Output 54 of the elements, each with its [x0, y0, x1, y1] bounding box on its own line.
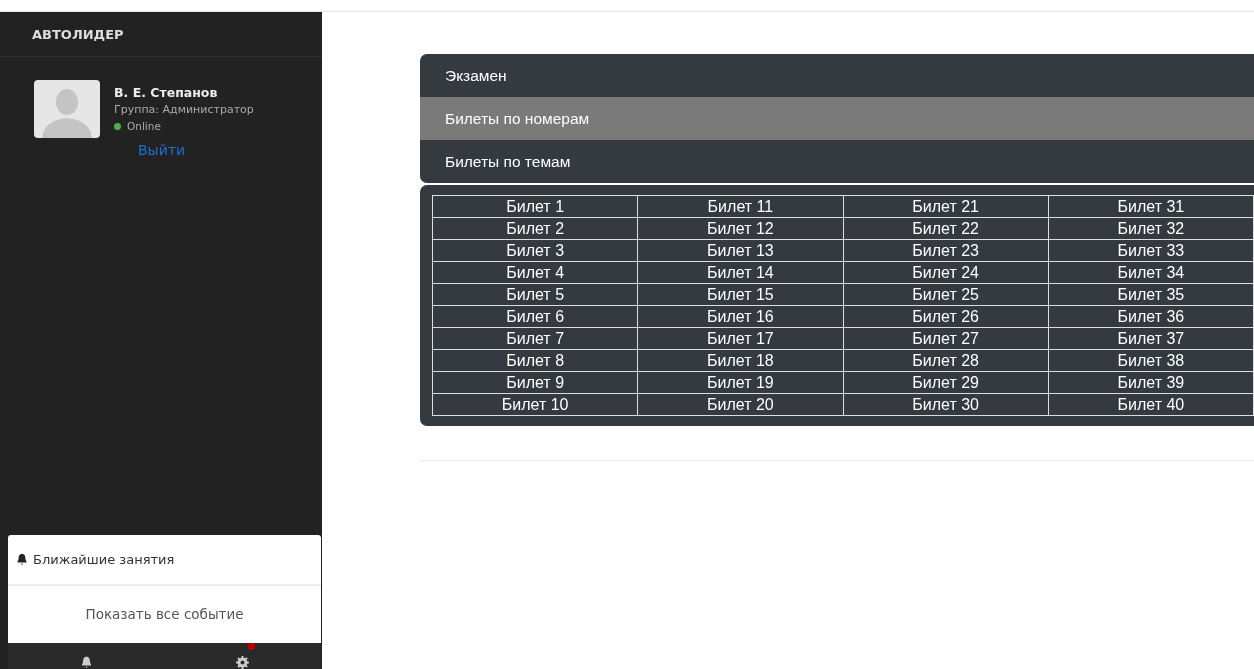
show-all-link[interactable]: Показать все событие	[85, 586, 244, 643]
ticket-cell[interactable]: Билет 19	[637, 371, 843, 394]
ticket-cell[interactable]: Билет 35	[1048, 283, 1254, 306]
notification-dot	[247, 643, 255, 650]
ticket-cell[interactable]: Билет 21	[843, 195, 1049, 218]
events-title: Ближайшие занятия	[33, 552, 175, 567]
ticket-cell[interactable]: Билет 2	[432, 217, 638, 240]
ticket-cell[interactable]: Билет 5	[432, 283, 638, 306]
ticket-cell[interactable]: Билет 29	[843, 371, 1049, 394]
ticket-cell[interactable]: Билет 9	[432, 371, 638, 394]
ticket-cell[interactable]: Билет 14	[637, 261, 843, 284]
settings-icon[interactable]	[236, 656, 250, 669]
ticket-cell[interactable]: Билет 39	[1048, 371, 1254, 394]
menu-item[interactable]: Экзамен	[420, 54, 1254, 97]
ticket-cell[interactable]: Билет 33	[1048, 239, 1254, 262]
ticket-cell[interactable]: Билет 37	[1048, 327, 1254, 350]
ticket-cell[interactable]: Билет 13	[637, 239, 843, 262]
bell-icon[interactable]	[79, 656, 93, 669]
ticket-cell[interactable]: Билет 4	[432, 261, 638, 284]
ticket-cell[interactable]: Билет 24	[843, 261, 1049, 284]
user-name: В. Е. Степанов	[114, 84, 219, 102]
ticket-cell[interactable]: Билет 17	[637, 327, 843, 350]
ticket-cell[interactable]: Билет 27	[843, 327, 1049, 350]
ticket-cell[interactable]: Билет 23	[843, 239, 1049, 262]
ticket-cell[interactable]: Билет 25	[843, 283, 1049, 306]
ticket-cell[interactable]: Билет 18	[637, 349, 843, 372]
ticket-cell[interactable]: Билет 22	[843, 217, 1049, 240]
ticket-cell[interactable]: Билет 32	[1048, 217, 1254, 240]
ticket-cell[interactable]: Билет 16	[637, 305, 843, 328]
ticket-cell[interactable]: Билет 7	[432, 327, 638, 350]
ticket-cell[interactable]: Билет 8	[432, 349, 638, 372]
ticket-cell[interactable]: Билет 38	[1048, 349, 1254, 372]
ticket-cell[interactable]: Билет 1	[432, 195, 638, 218]
ticket-cell[interactable]: Билет 26	[843, 305, 1049, 328]
ticket-cell[interactable]: Билет 12	[637, 217, 843, 240]
ticket-cell[interactable]: Билет 15	[637, 283, 843, 306]
menu-item[interactable]: Билеты по номерам	[420, 97, 1254, 140]
menu-item[interactable]: Билеты по темам	[420, 140, 1254, 183]
ticket-cell[interactable]: Билет 11	[637, 195, 843, 218]
bell-icon	[16, 553, 28, 566]
avatar-icon	[34, 80, 100, 138]
ticket-cell[interactable]: Билет 34	[1048, 261, 1254, 284]
ticket-cell[interactable]: Билет 40	[1048, 393, 1254, 416]
user-group: Группа: Администратор	[114, 102, 254, 118]
ticket-cell[interactable]: Билет 3	[432, 239, 638, 262]
ticket-cell[interactable]: Билет 31	[1048, 195, 1254, 218]
ticket-cell[interactable]: Билет 30	[843, 393, 1049, 416]
ticket-cell[interactable]: Билет 36	[1048, 305, 1254, 328]
brand-title: АВТОЛИДЕР	[32, 26, 124, 42]
user-status: Online	[127, 119, 161, 134]
ticket-cell[interactable]: Билет 20	[637, 393, 843, 416]
ticket-cell[interactable]: Билет 6	[432, 305, 638, 328]
ticket-cell[interactable]: Билет 28	[843, 349, 1049, 372]
ticket-cell[interactable]: Билет 10	[432, 393, 638, 416]
